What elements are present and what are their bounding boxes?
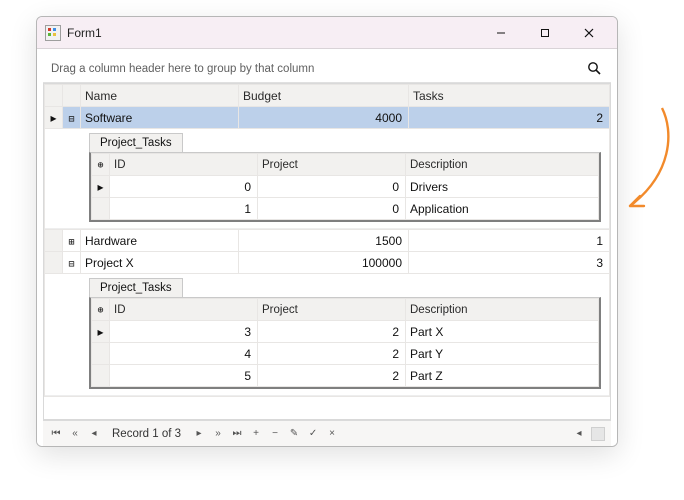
detail-grid[interactable]: ⊕IDProjectDescription▸32Part X42Part Y52… bbox=[89, 297, 601, 389]
window-title: Form1 bbox=[67, 26, 479, 40]
detail-row-selector-header[interactable]: ⊕ bbox=[92, 299, 110, 321]
expand-button[interactable]: ⊟ bbox=[63, 107, 81, 129]
detail-grid[interactable]: ⊕IDProjectDescription▸00Drivers10Applica… bbox=[89, 152, 601, 222]
nav-prev-button[interactable]: ◂ bbox=[87, 427, 101, 441]
row-indicator bbox=[92, 365, 110, 387]
group-by-hint: Drag a column header here to group by th… bbox=[51, 63, 314, 75]
detail-col-id[interactable]: ID bbox=[110, 299, 258, 321]
app-window: Form1 Drag a column header here to group… bbox=[36, 16, 618, 447]
minimize-button[interactable] bbox=[479, 18, 523, 48]
row-indicator: ▸ bbox=[92, 176, 110, 198]
search-icon[interactable] bbox=[585, 60, 603, 78]
detail-tab[interactable]: Project_Tasks bbox=[89, 133, 183, 152]
nav-edit-button[interactable]: ✎ bbox=[287, 427, 301, 441]
nav-next-button[interactable]: ▸ bbox=[192, 427, 206, 441]
nav-prev-page-button[interactable]: « bbox=[68, 427, 82, 441]
detail-row[interactable]: ▸32Part X bbox=[92, 321, 599, 343]
detail-row-selector-header[interactable]: ⊕ bbox=[92, 154, 110, 176]
cell-project[interactable]: 2 bbox=[258, 321, 406, 343]
expand-button[interactable]: ⊟ bbox=[63, 252, 81, 274]
cell-budget[interactable]: 100000 bbox=[239, 252, 409, 274]
column-header-budget[interactable]: Budget bbox=[239, 85, 409, 107]
detail-col-description[interactable]: Description bbox=[406, 299, 599, 321]
detail-col-project[interactable]: Project bbox=[258, 154, 406, 176]
detail-header-row[interactable]: ⊕IDProjectDescription bbox=[92, 299, 599, 321]
detail-col-id[interactable]: ID bbox=[110, 154, 258, 176]
detail-container-row: Project_Tasks⊕IDProjectDescription▸32Par… bbox=[45, 274, 610, 397]
cell-tasks[interactable]: 3 bbox=[409, 252, 610, 274]
row-indicator bbox=[92, 343, 110, 365]
detail-header-row[interactable]: ⊕IDProjectDescription bbox=[92, 154, 599, 176]
cell-id[interactable]: 1 bbox=[110, 198, 258, 220]
cell-id[interactable]: 5 bbox=[110, 365, 258, 387]
cell-tasks[interactable]: 1 bbox=[409, 230, 610, 252]
cell-budget[interactable]: 4000 bbox=[239, 107, 409, 129]
nav-last-button[interactable]: ⏭ bbox=[230, 427, 244, 441]
nav-cancel-button[interactable]: × bbox=[325, 427, 339, 441]
annotation-arrow bbox=[618, 104, 676, 216]
detail-col-description[interactable]: Description bbox=[406, 154, 599, 176]
master-row[interactable]: ▸⊟Software40002 bbox=[45, 107, 610, 129]
cell-id[interactable]: 0 bbox=[110, 176, 258, 198]
cell-id[interactable]: 3 bbox=[110, 321, 258, 343]
detail-container-row: Project_Tasks⊕IDProjectDescription▸00Dri… bbox=[45, 129, 610, 230]
titlebar[interactable]: Form1 bbox=[37, 17, 617, 49]
cell-project[interactable]: 2 bbox=[258, 343, 406, 365]
detail-row[interactable]: 10Application bbox=[92, 198, 599, 220]
nav-first-button[interactable]: ⏮ bbox=[49, 427, 63, 441]
row-indicator bbox=[92, 198, 110, 220]
nav-record-text: Record 1 of 3 bbox=[106, 428, 187, 440]
column-header-row[interactable]: Name Budget Tasks bbox=[45, 85, 610, 107]
cell-description[interactable]: Drivers bbox=[406, 176, 599, 198]
app-icon bbox=[45, 25, 61, 41]
nav-scroll-left[interactable]: ◂ bbox=[572, 427, 586, 441]
column-header-tasks[interactable]: Tasks bbox=[409, 85, 610, 107]
expand-header bbox=[63, 85, 81, 107]
detail-tab[interactable]: Project_Tasks bbox=[89, 278, 183, 297]
cell-description[interactable]: Part Y bbox=[406, 343, 599, 365]
cell-description[interactable]: Application bbox=[406, 198, 599, 220]
master-row[interactable]: ⊟Project X1000003 bbox=[45, 252, 610, 274]
cell-budget[interactable]: 1500 bbox=[239, 230, 409, 252]
cell-project[interactable]: 0 bbox=[258, 176, 406, 198]
nav-next-page-button[interactable]: » bbox=[211, 427, 225, 441]
row-indicator-header bbox=[45, 85, 63, 107]
cell-name[interactable]: Software bbox=[81, 107, 239, 129]
cell-project[interactable]: 2 bbox=[258, 365, 406, 387]
detail-row[interactable]: 42Part Y bbox=[92, 343, 599, 365]
cell-description[interactable]: Part X bbox=[406, 321, 599, 343]
row-indicator: ▸ bbox=[45, 107, 63, 129]
cell-id[interactable]: 4 bbox=[110, 343, 258, 365]
cell-name[interactable]: Project X bbox=[81, 252, 239, 274]
data-navigator[interactable]: ⏮ « ◂ Record 1 of 3 ▸ » ⏭ + − ✎ ✓ × ◂ bbox=[43, 420, 611, 446]
detail-col-project[interactable]: Project bbox=[258, 299, 406, 321]
master-grid[interactable]: Name Budget Tasks ▸⊟Software40002Project… bbox=[43, 83, 611, 420]
nav-delete-button[interactable]: − bbox=[268, 427, 282, 441]
column-header-name[interactable]: Name bbox=[81, 85, 239, 107]
cell-description[interactable]: Part Z bbox=[406, 365, 599, 387]
cell-project[interactable]: 0 bbox=[258, 198, 406, 220]
nav-add-button[interactable]: + bbox=[249, 427, 263, 441]
row-indicator: ▸ bbox=[92, 321, 110, 343]
master-row[interactable]: ⊞Hardware15001 bbox=[45, 230, 610, 252]
detail-row[interactable]: 52Part Z bbox=[92, 365, 599, 387]
close-button[interactable] bbox=[567, 18, 611, 48]
row-indicator bbox=[45, 230, 63, 252]
expand-button[interactable]: ⊞ bbox=[63, 230, 81, 252]
cell-tasks[interactable]: 2 bbox=[409, 107, 610, 129]
maximize-button[interactable] bbox=[523, 18, 567, 48]
cell-name[interactable]: Hardware bbox=[81, 230, 239, 252]
nav-scroll-right[interactable] bbox=[591, 427, 605, 441]
detail-row[interactable]: ▸00Drivers bbox=[92, 176, 599, 198]
grid-panel: Drag a column header here to group by th… bbox=[37, 49, 617, 446]
group-by-bar[interactable]: Drag a column header here to group by th… bbox=[43, 55, 611, 83]
row-indicator bbox=[45, 252, 63, 274]
nav-save-button[interactable]: ✓ bbox=[306, 427, 320, 441]
